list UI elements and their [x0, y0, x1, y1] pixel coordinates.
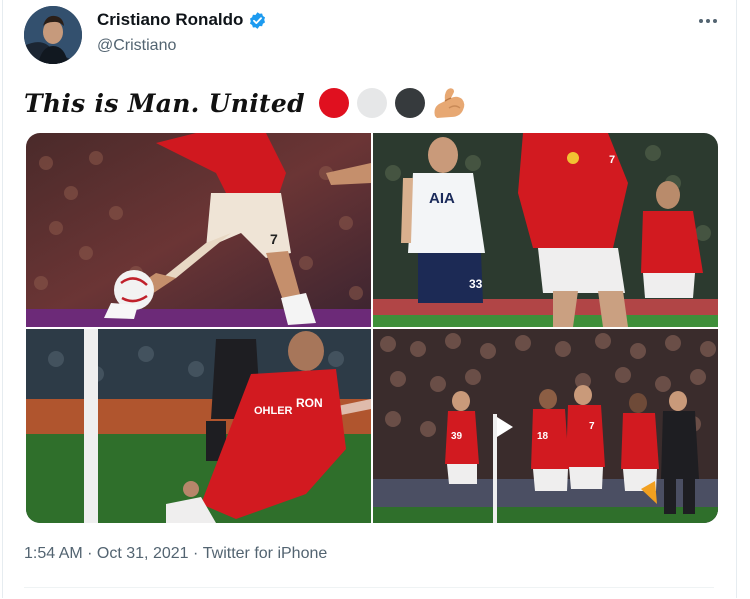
tweet-date[interactable]: Oct 31, 2021 — [97, 545, 189, 563]
tweet-time[interactable]: 1:54 AM — [24, 545, 83, 563]
white-circle-emoji-icon — [356, 88, 387, 118]
photo-ronaldo-running-vs-tottenham[interactable]: AIA 33 7 — [373, 133, 718, 327]
more-options-icon[interactable] — [695, 8, 721, 34]
tweet: Cristiano Ronaldo @Cristiano This is Man… — [0, 0, 750, 599]
avatar[interactable] — [24, 6, 82, 64]
flexed-biceps-emoji-icon — [431, 86, 467, 120]
photo-ronaldo-knee-slide-celebration[interactable]: OHLER RON — [26, 329, 371, 523]
verified-badge-icon — [248, 11, 267, 30]
author-name-row[interactable]: Cristiano Ronaldo — [97, 10, 267, 30]
svg-text:7: 7 — [609, 154, 615, 166]
svg-text:18: 18 — [537, 431, 549, 442]
svg-text:33: 33 — [469, 277, 483, 291]
photo-team-celebrating-with-fans[interactable]: 39 18 7 — [373, 329, 718, 523]
svg-text:7: 7 — [589, 421, 595, 432]
meta-separator: · — [82, 545, 97, 562]
red-circle-emoji-icon — [318, 88, 349, 118]
meta-separator-2: · — [188, 545, 203, 562]
divider — [24, 587, 714, 588]
svg-text:RON: RON — [296, 396, 323, 410]
tweet-timestamp-row: 1:54 AM · Oct 31, 2021 · Twitter for iPh… — [24, 545, 327, 563]
tweet-text: This is Man. United — [24, 88, 305, 118]
media-grid: 7 AIA 33 7 OHLER RON 39 18 7 — [26, 133, 718, 523]
svg-text:7: 7 — [270, 231, 278, 247]
svg-text:AIA: AIA — [429, 190, 455, 207]
svg-text:OHLER: OHLER — [254, 405, 293, 417]
black-circle-emoji-icon — [394, 88, 425, 118]
svg-text:39: 39 — [451, 431, 463, 442]
tweet-source[interactable]: Twitter for iPhone — [203, 545, 328, 563]
tweet-text-row: This is Man. United — [24, 86, 467, 120]
photo-ronaldo-kicking-ball[interactable]: 7 — [26, 133, 371, 327]
author-handle[interactable]: @Cristiano — [97, 37, 176, 55]
author-display-name[interactable]: Cristiano Ronaldo — [97, 10, 243, 30]
